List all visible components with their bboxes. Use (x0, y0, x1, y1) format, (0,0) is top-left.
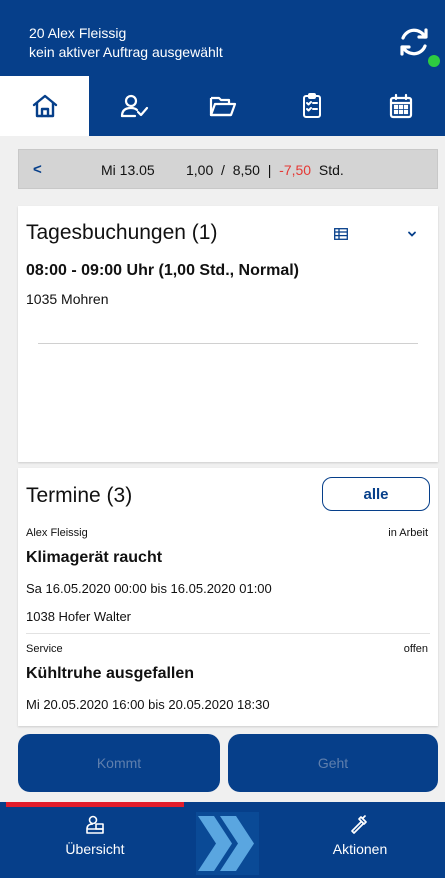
current-date: Mi 13.05 (101, 162, 155, 178)
booking-customer: 1035 Mohren (26, 291, 109, 307)
diff-separator: | (267, 162, 272, 178)
bottom-navigation: Übersicht Aktionen (0, 802, 445, 878)
appointment-assignee: Alex Fleissig (26, 527, 88, 539)
worked-hours: 1,00 (186, 162, 214, 178)
actions-label: Aktionen (332, 841, 388, 857)
sync-icon[interactable] (396, 24, 432, 60)
home-icon (32, 94, 57, 118)
bottom-nav-overview[interactable]: Übersicht (55, 814, 135, 857)
appointment-state: offen (403, 643, 428, 655)
appointment-customer: 1038 Hofer Walter (26, 609, 132, 624)
table-view-icon[interactable] (334, 228, 348, 240)
clock-in-button[interactable]: Kommt (18, 734, 220, 792)
hours-summary: 1,00 / 8,50 | -7,50 Std. (186, 162, 344, 178)
tab-tasks[interactable] (267, 76, 356, 136)
appointment-subject: Klimagerät raucht (26, 549, 163, 566)
folder-icon (209, 96, 236, 117)
previous-day-button[interactable]: < (33, 161, 42, 178)
bottom-nav-actions[interactable]: Aktionen (320, 814, 400, 857)
tab-calendar[interactable] (356, 76, 445, 136)
tab-home[interactable] (0, 76, 89, 136)
target-hours: 8,50 (232, 162, 260, 178)
clipboard-checklist-icon (302, 93, 321, 118)
hours-separator: / (221, 162, 225, 178)
daily-bookings-card: Tagesbuchungen (1) 08:00 - 09:00 Uhr (1,… (18, 206, 438, 462)
bookings-title: Tagesbuchungen (1) (26, 221, 218, 244)
hours-difference: -7,50 (279, 162, 312, 178)
chevron-down-icon[interactable] (406, 228, 418, 240)
day-summary-bar: < Mi 13.05 1,00 / 8,50 | -7,50 Std. (18, 149, 438, 189)
app-header: 20 Alex Fleissig kein aktiver Auftrag au… (0, 0, 445, 76)
show-all-button[interactable]: alle (322, 477, 430, 511)
hammer-icon (351, 815, 367, 834)
calendar-icon (389, 93, 412, 119)
divider (38, 343, 418, 344)
appointments-card: Termine (3) alle Alex Fleissig in Arbeit… (18, 468, 438, 726)
user-check-icon (120, 94, 148, 118)
appointment-time: Sa 16.05.2020 00:00 bis 16.05.2020 01:00 (26, 581, 272, 596)
user-name: 20 Alex Fleissig (29, 25, 127, 41)
tab-orders[interactable] (178, 76, 267, 136)
active-section-indicator (6, 802, 184, 807)
person-desk-icon (86, 815, 104, 834)
clock-out-button[interactable]: Geht (228, 734, 438, 792)
order-status: kein aktiver Auftrag ausgewählt (29, 44, 223, 60)
appointment-state: in Arbeit (388, 527, 428, 539)
appointment-subject: Kühltruhe ausgefallen (26, 665, 195, 682)
main-nav (0, 76, 445, 136)
hours-unit: Std. (318, 162, 344, 178)
appointments-title: Termine (3) (26, 484, 133, 507)
booking-time[interactable]: 08:00 - 09:00 Uhr (1,00 Std., Normal) (26, 262, 299, 280)
overview-label: Übersicht (65, 841, 125, 857)
online-status-indicator (428, 55, 440, 67)
divider (26, 633, 430, 634)
appointment-time: Mi 20.05.2020 16:00 bis 20.05.2020 18:30 (26, 697, 270, 712)
appointment-assignee: Service (26, 643, 63, 655)
logo-chevrons-icon[interactable] (196, 812, 259, 875)
tab-employees[interactable] (89, 76, 178, 136)
